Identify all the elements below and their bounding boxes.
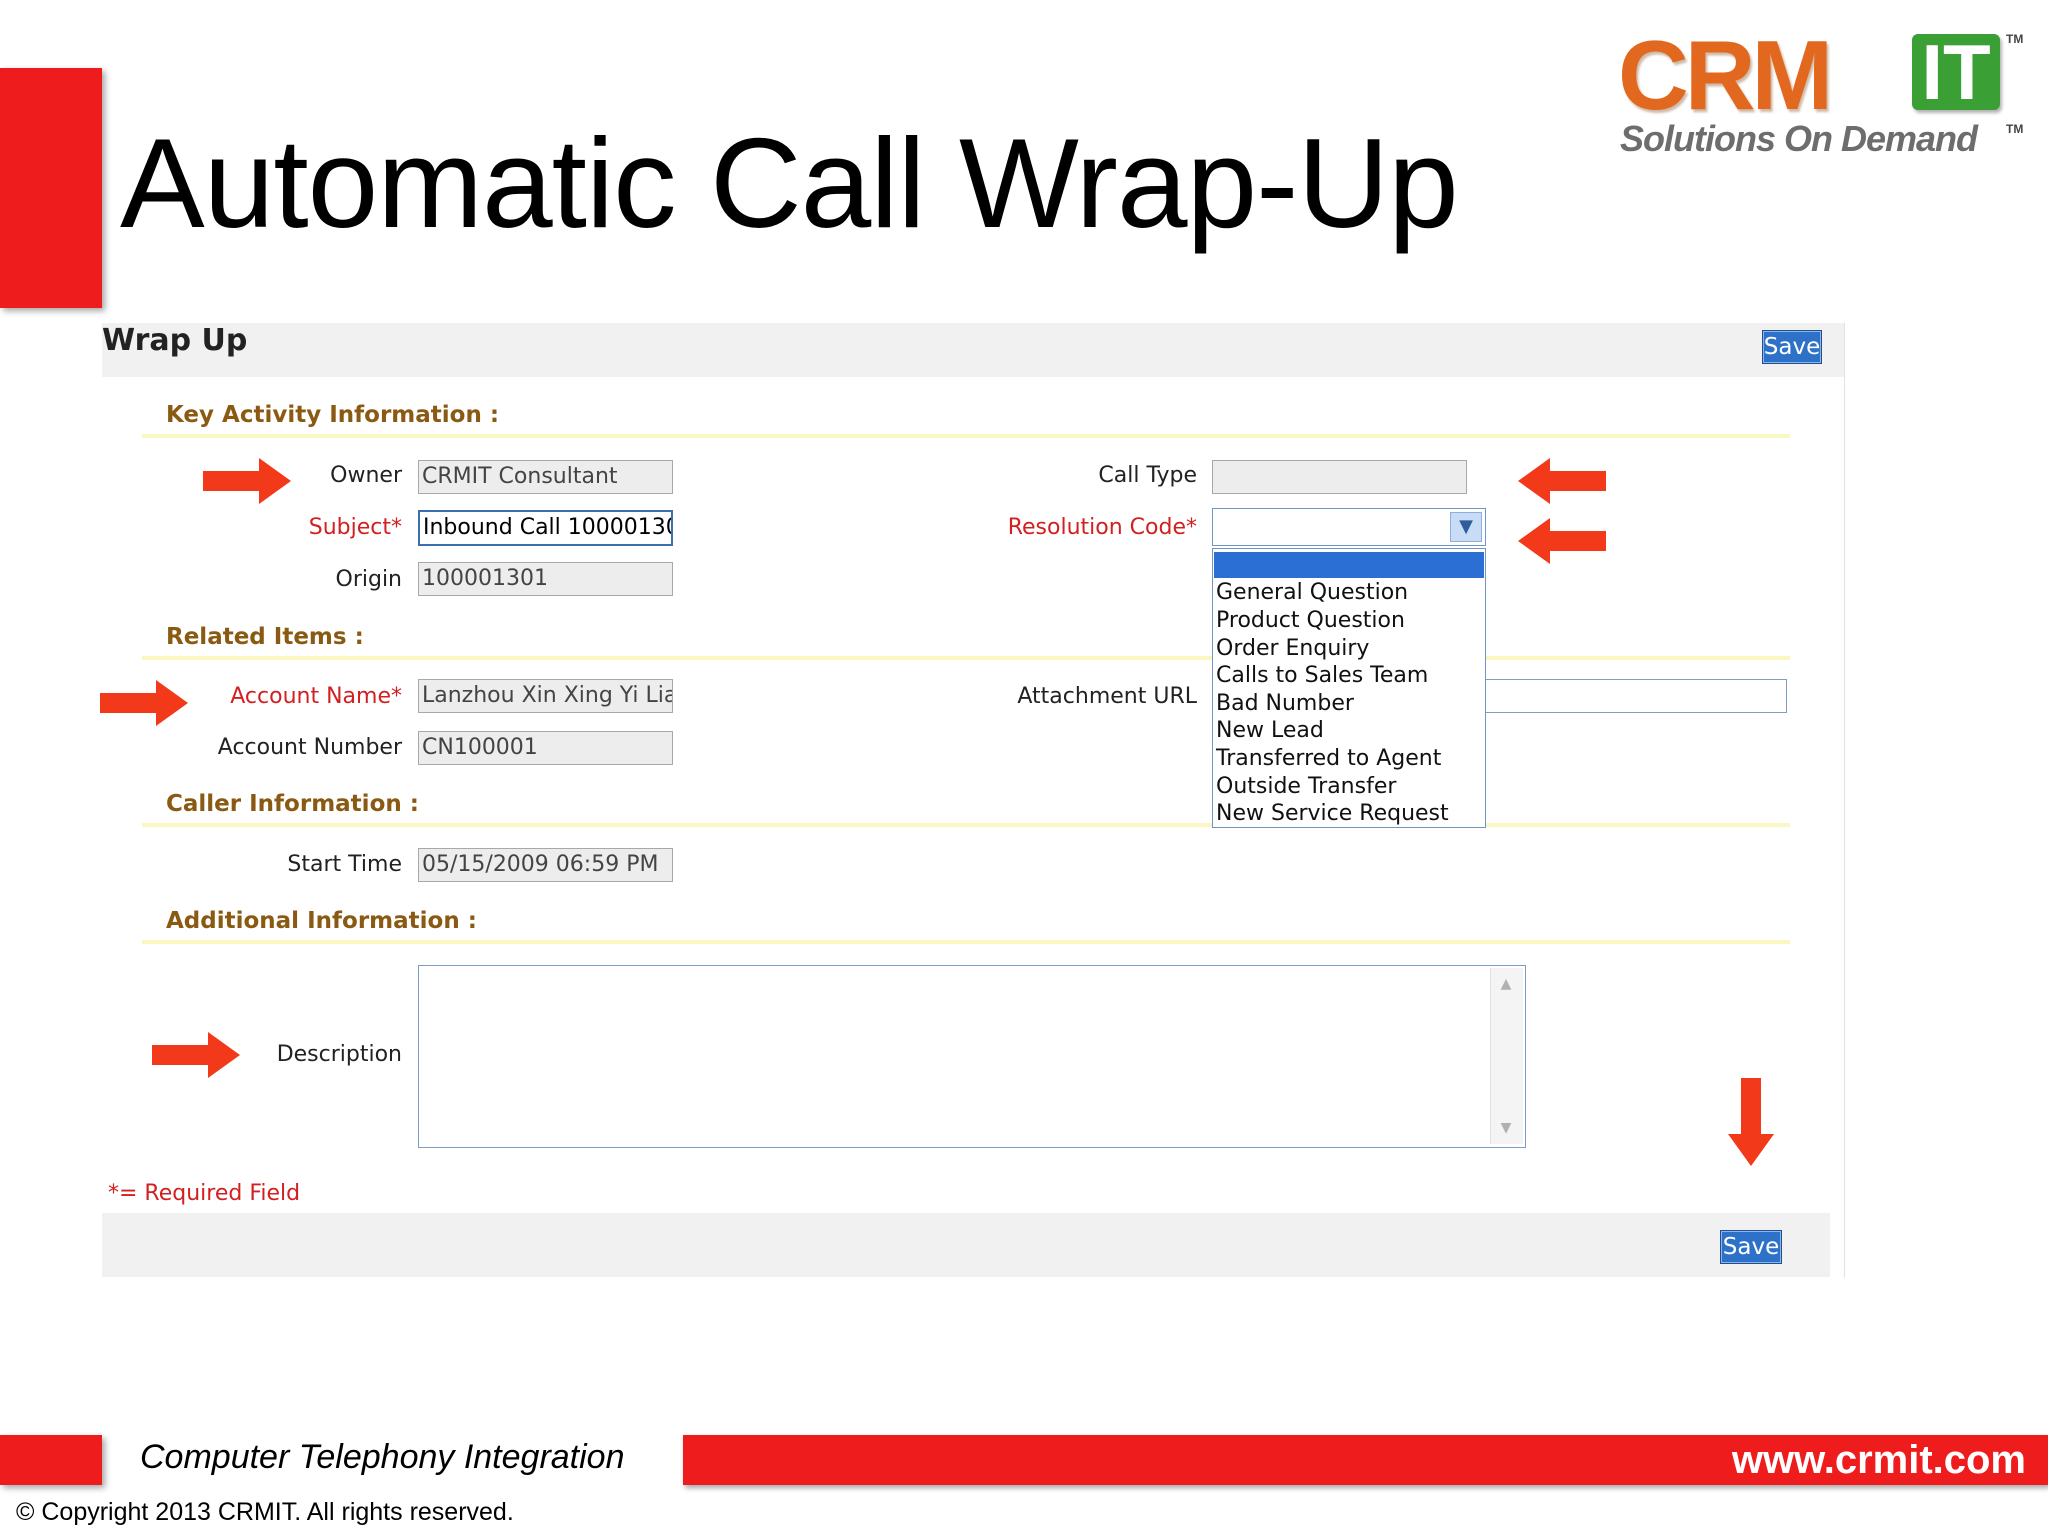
resolution-code-select[interactable] bbox=[1212, 508, 1486, 546]
section-divider bbox=[142, 940, 1790, 944]
arrow-right-icon bbox=[203, 458, 291, 504]
origin-label: Origin bbox=[335, 567, 403, 592]
logo-tagline-tm-mark: TM bbox=[2006, 122, 2024, 136]
scroll-down-icon[interactable]: ▼ bbox=[1492, 1114, 1520, 1142]
footer-url: www.crmit.com bbox=[1731, 1438, 2026, 1482]
logo-badge: IT bbox=[1912, 33, 2000, 111]
panel-footer bbox=[102, 1213, 1830, 1277]
title-accent-block bbox=[0, 68, 102, 308]
dropdown-option[interactable]: New Lead bbox=[1216, 717, 1484, 745]
subject-label: Subject* bbox=[308, 515, 402, 540]
resolution-code-label: Resolution Code* bbox=[1007, 515, 1197, 540]
logo-tm-mark: TM bbox=[2006, 32, 2024, 46]
dropdown-option[interactable]: Outside Transfer bbox=[1216, 773, 1484, 801]
logo-wordmark: CRM bbox=[1618, 20, 1833, 130]
arrow-right-icon bbox=[152, 1032, 240, 1078]
chevron-down-icon[interactable]: ▼ bbox=[1450, 512, 1482, 542]
section-caller-info: Caller Information : bbox=[166, 791, 419, 817]
arrow-right-icon bbox=[100, 680, 188, 726]
subject-field[interactable]: Inbound Call 100001301 bbox=[418, 510, 673, 546]
save-button-top[interactable]: Save bbox=[1762, 330, 1822, 364]
section-related-items: Related Items : bbox=[166, 624, 364, 650]
account-name-field[interactable]: Lanzhou Xin Xing Yi Liao ( bbox=[418, 679, 673, 713]
dropdown-option[interactable]: Calls to Sales Team bbox=[1216, 662, 1484, 690]
start-time-label: Start Time bbox=[287, 852, 402, 877]
account-number-field[interactable]: CN100001 bbox=[418, 731, 673, 765]
section-additional-info: Additional Information : bbox=[166, 908, 477, 934]
dropdown-option[interactable]: Transferred to Agent bbox=[1216, 745, 1484, 773]
section-divider bbox=[142, 823, 1790, 827]
call-type-label: Call Type bbox=[1098, 463, 1197, 488]
description-label: Description bbox=[276, 1042, 402, 1067]
owner-label: Owner bbox=[330, 463, 402, 488]
description-textarea[interactable] bbox=[418, 965, 1526, 1148]
save-button-bottom[interactable]: Save bbox=[1720, 1230, 1782, 1264]
footer-accent-block bbox=[0, 1435, 102, 1485]
account-name-label: Account Name* bbox=[230, 684, 402, 709]
crmit-logo: CRM IT TM Solutions On Demand TM bbox=[1610, 20, 2040, 170]
call-type-field[interactable] bbox=[1212, 460, 1467, 494]
owner-field[interactable]: CRMIT Consultant bbox=[418, 460, 673, 494]
section-divider bbox=[142, 434, 1790, 438]
scroll-up-icon[interactable]: ▲ bbox=[1492, 970, 1520, 998]
start-time-field[interactable]: 05/15/2009 06:59 PM bbox=[418, 848, 673, 882]
dropdown-option[interactable]: New Service Request bbox=[1216, 800, 1484, 828]
section-divider bbox=[142, 656, 1790, 660]
dropdown-option[interactable]: Order Enquiry bbox=[1216, 635, 1484, 663]
dropdown-highlight-empty-option[interactable] bbox=[1214, 552, 1484, 578]
dropdown-option[interactable]: General Question bbox=[1216, 579, 1484, 607]
panel-header bbox=[102, 323, 1844, 377]
footer-subtitle: Computer Telephony Integration bbox=[140, 1438, 625, 1476]
attachment-url-label: Attachment URL bbox=[1017, 684, 1197, 709]
account-number-label: Account Number bbox=[217, 735, 402, 760]
required-field-note: *= Required Field bbox=[108, 1181, 301, 1206]
arrow-down-icon bbox=[1728, 1078, 1774, 1166]
slide-title: Automatic Call Wrap-Up bbox=[120, 112, 1459, 254]
dropdown-option[interactable]: Bad Number bbox=[1216, 690, 1484, 718]
arrow-left-icon bbox=[1518, 458, 1606, 504]
copyright-text: © Copyright 2013 CRMIT. All rights reser… bbox=[16, 1498, 514, 1526]
origin-field[interactable]: 100001301 bbox=[418, 562, 673, 596]
section-key-activity: Key Activity Information : bbox=[166, 402, 500, 428]
arrow-left-icon bbox=[1518, 518, 1606, 564]
logo-tagline: Solutions On Demand bbox=[1620, 118, 1978, 159]
panel-title: Wrap Up bbox=[102, 323, 248, 358]
dropdown-option[interactable]: Product Question bbox=[1216, 607, 1484, 635]
